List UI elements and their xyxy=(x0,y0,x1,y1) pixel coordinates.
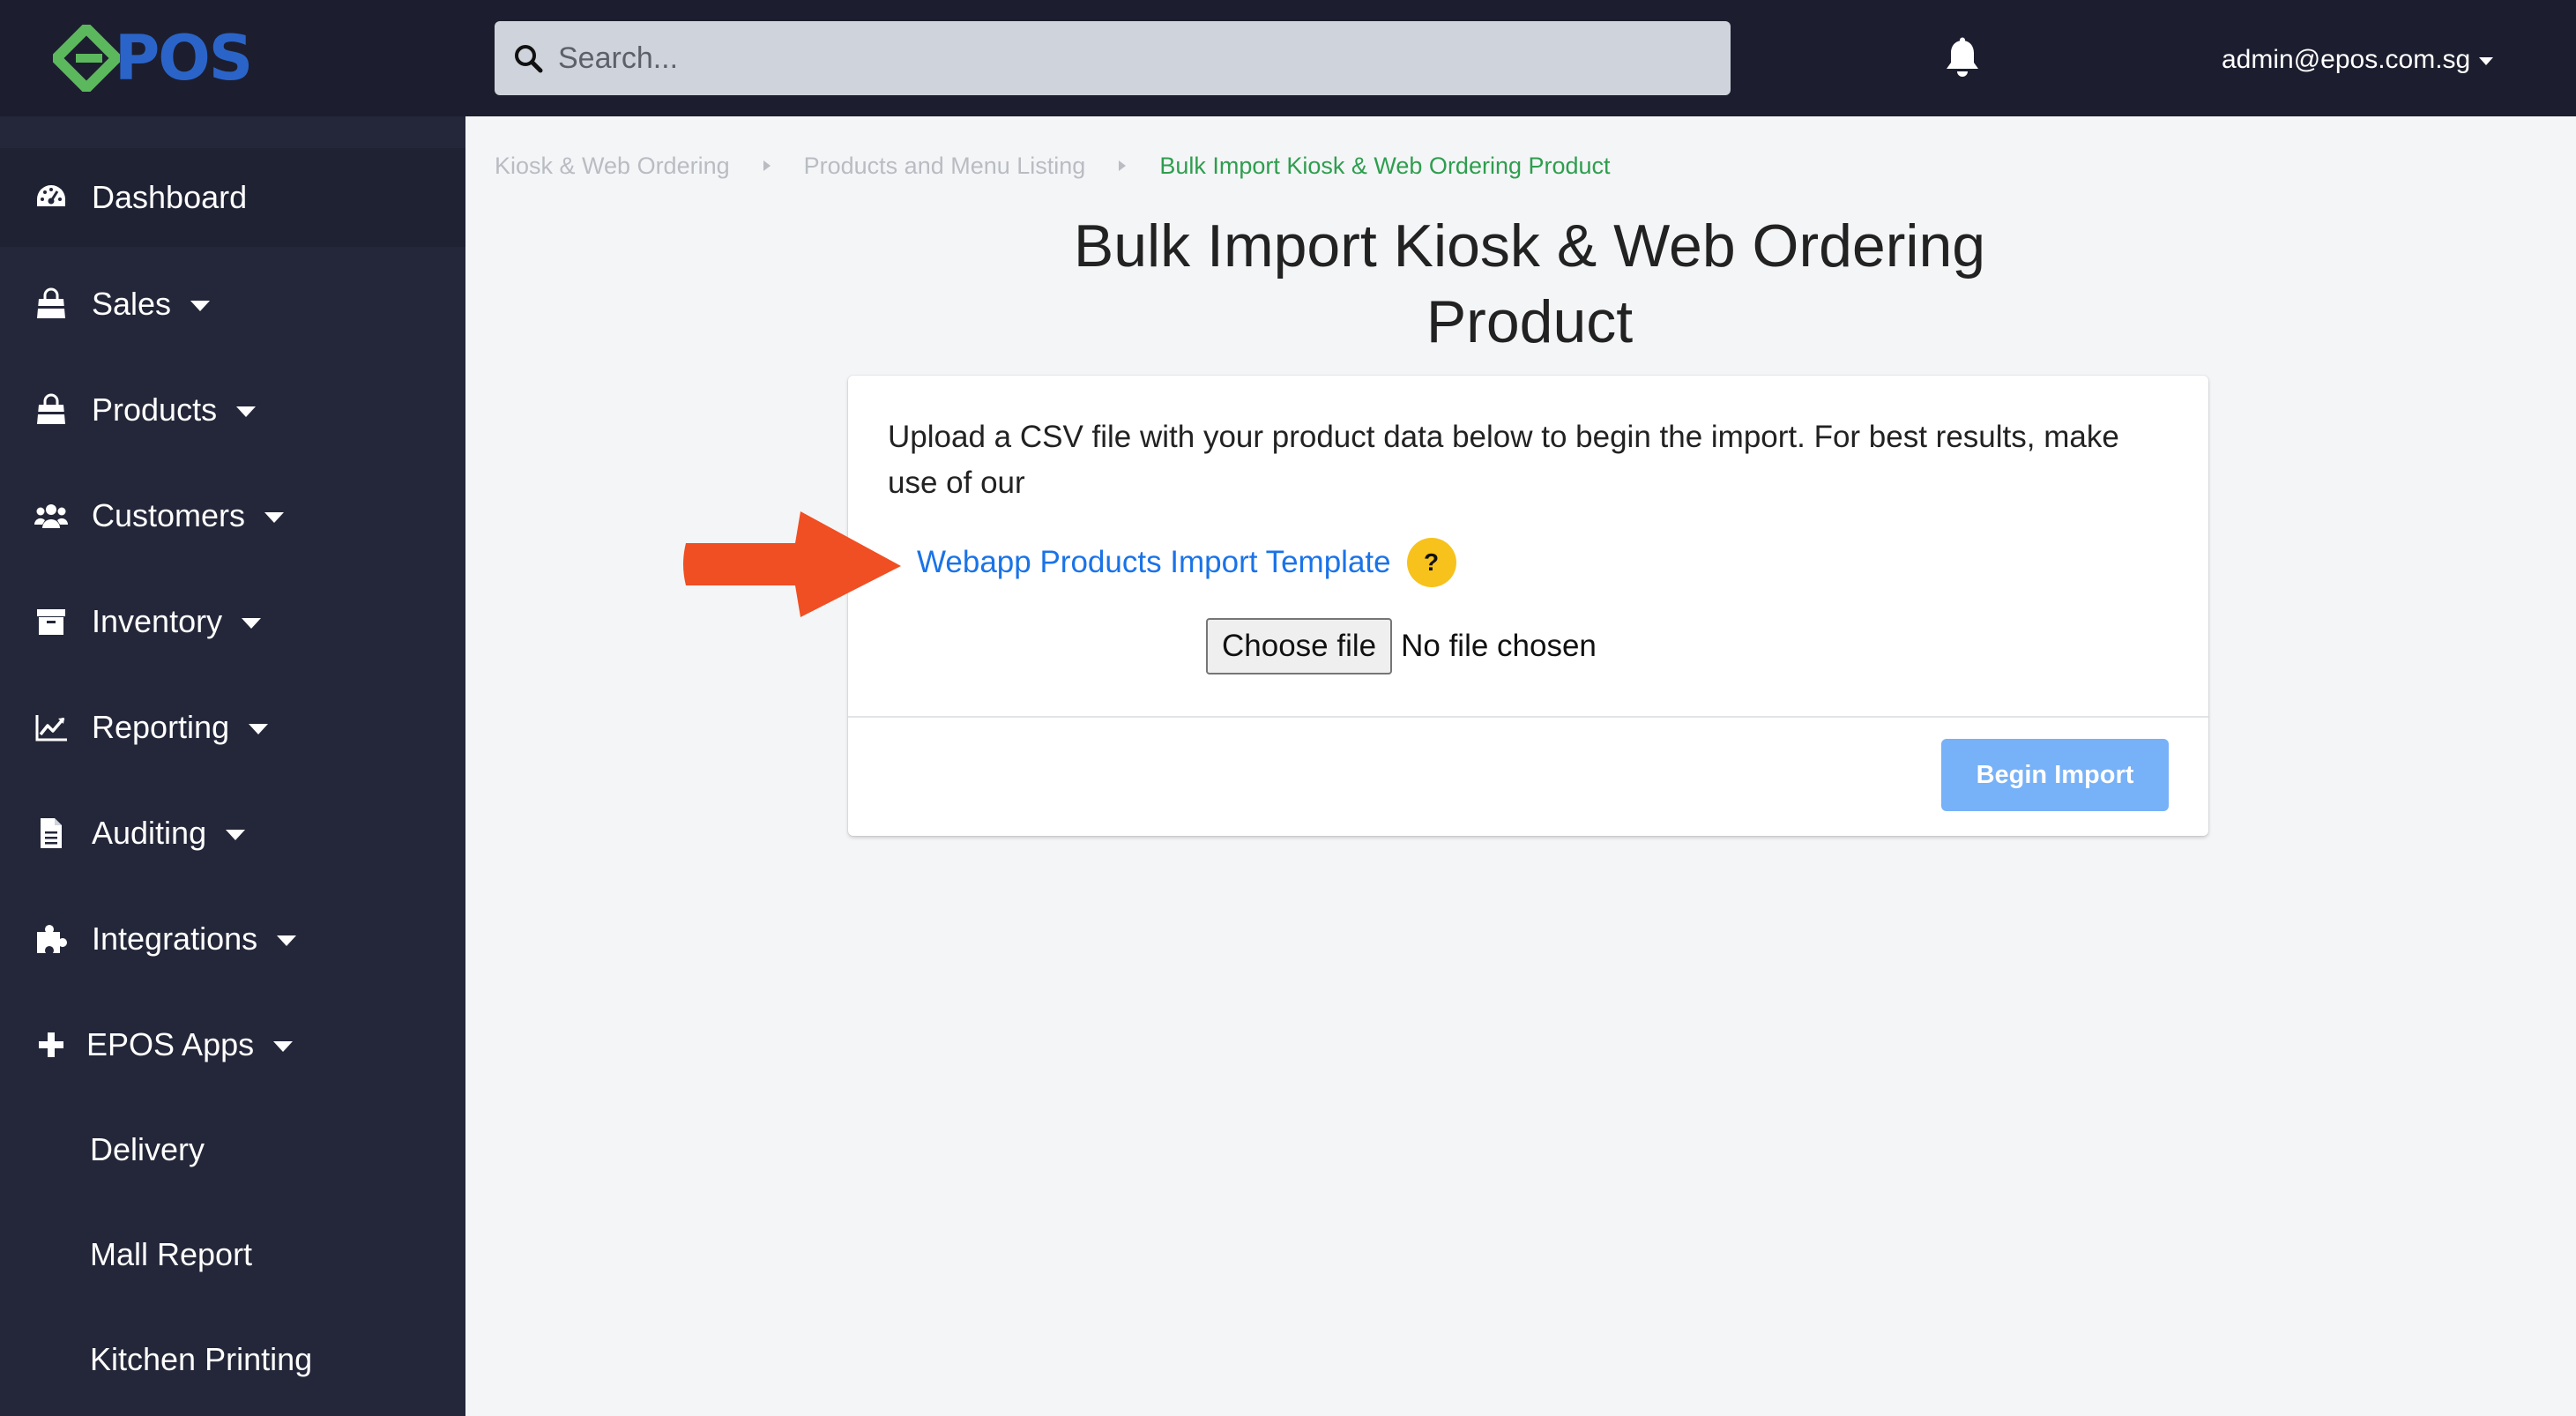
user-account-menu[interactable]: admin@epos.com.sg xyxy=(2222,42,2494,78)
sidebar-item-label: Sales xyxy=(92,286,172,322)
sidebar-item-label: Customers xyxy=(92,497,246,533)
page-title: Bulk Import Kiosk & Web Ordering Product xyxy=(961,208,2098,360)
chevron-down-icon xyxy=(2479,56,2494,65)
users-icon xyxy=(34,504,69,528)
sidebar-item-label: Mall Report xyxy=(90,1236,253,1272)
card-divider xyxy=(848,716,2208,718)
page-title-line-2: Product xyxy=(1426,288,1634,355)
logo-text: POS xyxy=(115,22,253,94)
sidebar: Dashboard Sales Products Customers Inven… xyxy=(0,116,465,1416)
sidebar-item-inventory[interactable]: Inventory xyxy=(0,572,465,671)
user-email: admin@epos.com.sg xyxy=(2222,45,2471,74)
sidebar-item-sales[interactable]: Sales xyxy=(0,255,465,354)
shopping-bag-icon xyxy=(37,287,65,318)
archive-icon xyxy=(37,609,65,635)
caret-down-icon xyxy=(226,830,246,840)
breadcrumb-separator-icon xyxy=(763,160,771,171)
file-status-text: No file chosen xyxy=(1401,629,1597,663)
breadcrumb: Kiosk & Web Ordering Products and Menu L… xyxy=(495,150,1611,182)
breadcrumb-products-menu-listing[interactable]: Products and Menu Listing xyxy=(804,153,1086,180)
sidebar-subitem-mall-report[interactable]: Mall Report xyxy=(0,1205,465,1304)
sidebar-item-label: Products xyxy=(92,391,218,428)
file-upload-field: Choose file No file chosen xyxy=(1206,617,1597,675)
file-icon xyxy=(41,818,62,848)
bulk-import-card: Upload a CSV file with your product data… xyxy=(848,376,2208,836)
caret-down-icon xyxy=(277,935,297,946)
template-link-row: Webapp Products Import Template ? xyxy=(917,538,1456,587)
caret-down-icon xyxy=(264,512,285,523)
breadcrumb-separator-icon xyxy=(1119,160,1127,171)
bell-icon[interactable] xyxy=(1943,37,1982,79)
breadcrumb-kiosk-web-ordering[interactable]: Kiosk & Web Ordering xyxy=(495,153,730,180)
epos-logo[interactable]: POS xyxy=(53,25,291,92)
caret-down-icon xyxy=(249,724,269,734)
begin-import-button[interactable]: Begin Import xyxy=(1941,739,2169,811)
caret-down-icon xyxy=(273,1041,294,1052)
sidebar-item-reporting[interactable]: Reporting xyxy=(0,678,465,777)
sidebar-item-dashboard[interactable]: Dashboard xyxy=(0,148,465,247)
annotation-arrow-icon xyxy=(683,511,901,617)
sidebar-item-label: Delivery xyxy=(90,1131,205,1167)
sidebar-item-epos-apps[interactable]: EPOS Apps xyxy=(0,995,465,1094)
sidebar-item-customers[interactable]: Customers xyxy=(0,466,465,565)
help-icon[interactable]: ? xyxy=(1406,538,1456,587)
sidebar-item-products[interactable]: Products xyxy=(0,361,465,459)
sidebar-item-auditing[interactable]: Auditing xyxy=(0,784,465,883)
sidebar-item-integrations[interactable]: Integrations xyxy=(0,890,465,988)
sidebar-subitem-kitchen-printing[interactable]: Kitchen Printing xyxy=(0,1310,465,1409)
plus-icon xyxy=(39,1032,63,1057)
sidebar-item-label: Reporting xyxy=(92,709,230,745)
search-input[interactable] xyxy=(558,32,1704,85)
sidebar-item-label: EPOS Apps xyxy=(86,1026,255,1062)
import-template-link[interactable]: Webapp Products Import Template xyxy=(917,545,1391,580)
sidebar-subitem-delivery[interactable]: Delivery xyxy=(0,1100,465,1199)
choose-file-button[interactable]: Choose file xyxy=(1206,618,1393,674)
import-instructions: Upload a CSV file with your product data… xyxy=(888,420,2119,500)
caret-down-icon xyxy=(236,406,257,417)
sidebar-item-label: Integrations xyxy=(92,920,258,957)
search-icon xyxy=(515,45,543,73)
dashboard-icon xyxy=(37,185,65,206)
sidebar-item-label: Inventory xyxy=(92,603,223,639)
chart-line-icon xyxy=(35,715,67,742)
breadcrumb-current-page: Bulk Import Kiosk & Web Ordering Product xyxy=(1159,152,1611,179)
caret-down-icon xyxy=(190,301,211,311)
top-navbar: POS admin@epos.com.sg xyxy=(0,0,2576,116)
caret-down-icon xyxy=(242,618,262,629)
search-bar[interactable] xyxy=(495,21,1731,95)
epos-logo-mark xyxy=(53,25,120,92)
puzzle-icon xyxy=(37,925,67,953)
sidebar-item-label: Auditing xyxy=(92,815,207,851)
shopping-bag-icon xyxy=(37,393,65,424)
page-title-line-1: Bulk Import Kiosk & Web Ordering xyxy=(1073,212,1986,279)
sidebar-item-label: Dashboard xyxy=(92,179,248,215)
sidebar-item-label: Kitchen Printing xyxy=(90,1341,313,1377)
